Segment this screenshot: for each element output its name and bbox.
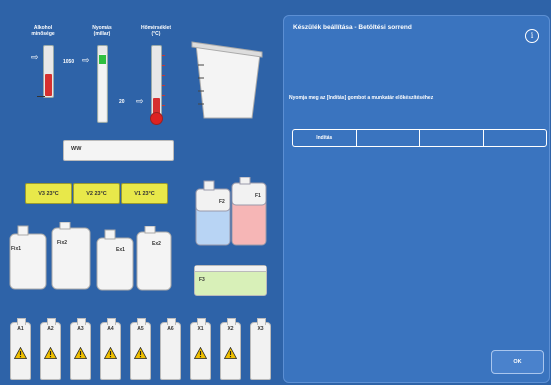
bottle-a4[interactable]: A4: [100, 318, 121, 380]
warning-icon: [74, 347, 87, 359]
pressure-indicator: [99, 55, 106, 64]
temp-tick: [162, 55, 165, 56]
warning-icon: [194, 347, 207, 359]
pressure-gauge-label: Nyomás (millar): [92, 25, 112, 37]
panel-title: Készülék beállítása - Betöltési sorrend: [293, 24, 412, 31]
bottle-a2[interactable]: A2: [40, 318, 61, 380]
sequence-step[interactable]: [355, 129, 419, 147]
device-setup-panel: Készülék beállítása - Betöltési sorrend …: [283, 15, 550, 383]
bottle-label: A4: [107, 326, 114, 332]
bottle-a5[interactable]: A5: [130, 318, 151, 380]
paraffin-container[interactable]: [190, 40, 265, 122]
bottle-label: A3: [77, 326, 84, 332]
jug-f1-label: F1: [255, 193, 261, 199]
jug-fix2-label: Fix2: [57, 240, 68, 246]
temp-tick: [162, 85, 165, 86]
bottle-label: X1: [197, 326, 204, 332]
waste-water-tank[interactable]: WW: [63, 140, 174, 161]
pressure-arrow-icon: ⇨: [82, 55, 90, 65]
warning-icon: [134, 347, 147, 359]
bottle-label: X3: [257, 326, 264, 332]
bottle-label: A2: [47, 326, 54, 332]
instrument-overview: Alkohol minősége Nyomás (millar) Hőmérsékl…: [0, 0, 283, 385]
loading-sequence: Indítás: [292, 129, 547, 147]
bottle-x2[interactable]: X2: [220, 318, 241, 380]
bottle-neck: [77, 318, 86, 325]
bottle-neck: [107, 318, 116, 325]
alcohol-gauge-label: Alkohol minősége: [31, 25, 55, 37]
bottle-x1[interactable]: X1: [190, 318, 211, 380]
warning-icon: [14, 347, 27, 359]
bottle-label: X2: [227, 326, 234, 332]
thermometer-bulb: [150, 112, 163, 125]
sequence-step[interactable]: [419, 129, 483, 147]
bottle-neck: [167, 318, 176, 325]
jug-ex1-label: Ex1: [116, 247, 125, 253]
temperature-value: 20: [119, 99, 125, 105]
temperature-gauge-label: Hőmérséklet (°C): [140, 25, 171, 37]
warning-icon: [44, 347, 57, 359]
wax-bath-v3[interactable]: V3 23°C: [25, 183, 72, 204]
jug-ex2-label: Ex2: [152, 241, 161, 247]
bottle-neck: [47, 318, 56, 325]
sequence-step-start[interactable]: Indítás: [292, 129, 356, 147]
bottle-label: A5: [137, 326, 144, 332]
bottle-neck: [257, 318, 266, 325]
f3-tank[interactable]: F3: [194, 265, 267, 296]
bottle-label: A1: [17, 326, 24, 332]
wax-bath-v2[interactable]: V2 23°C: [73, 183, 120, 204]
pressure-value: 1050: [63, 59, 75, 65]
temp-tick: [162, 105, 165, 106]
bottle-neck: [137, 318, 146, 325]
jug-f2-label: F2: [219, 199, 225, 205]
bottle-neck: [197, 318, 206, 325]
bottle-neck: [17, 318, 26, 325]
sequence-step[interactable]: [482, 129, 547, 147]
temp-tick: [162, 75, 165, 76]
bottle-a3[interactable]: A3: [70, 318, 91, 380]
bottle-label: A6: [167, 326, 174, 332]
warning-icon: [104, 347, 117, 359]
extraction-jugs[interactable]: [95, 226, 175, 292]
fixative-jugs[interactable]: [8, 222, 93, 292]
warning-icon: [224, 347, 237, 359]
bottle-x3[interactable]: X3: [250, 318, 271, 380]
bottle-neck: [227, 318, 236, 325]
alcohol-quality-gauge[interactable]: [43, 45, 54, 98]
jug-fix1-label: Fix1: [11, 246, 22, 252]
temp-tick: [162, 95, 165, 96]
temperature-gauge[interactable]: [151, 45, 162, 117]
wax-bath-v1[interactable]: V1 23°C: [121, 183, 168, 204]
ok-button[interactable]: OK: [491, 350, 544, 374]
bottle-a1[interactable]: A1: [10, 318, 31, 380]
alcohol-threshold-mark: [37, 96, 45, 97]
f3-tank-rim: [195, 266, 266, 272]
alcohol-arrow-icon: ⇨: [31, 52, 39, 62]
f3-label: F3: [199, 277, 205, 283]
ww-label: WW: [71, 146, 82, 152]
bottle-a6[interactable]: A6: [160, 318, 181, 380]
instruction-text: Nyomja meg az [Indítás] gombot a munkatá…: [289, 95, 434, 101]
temp-tick: [162, 65, 165, 66]
temperature-arrow-icon: ⇨: [136, 96, 144, 106]
formalin-jugs[interactable]: [194, 177, 270, 249]
info-icon[interactable]: i: [525, 29, 539, 43]
